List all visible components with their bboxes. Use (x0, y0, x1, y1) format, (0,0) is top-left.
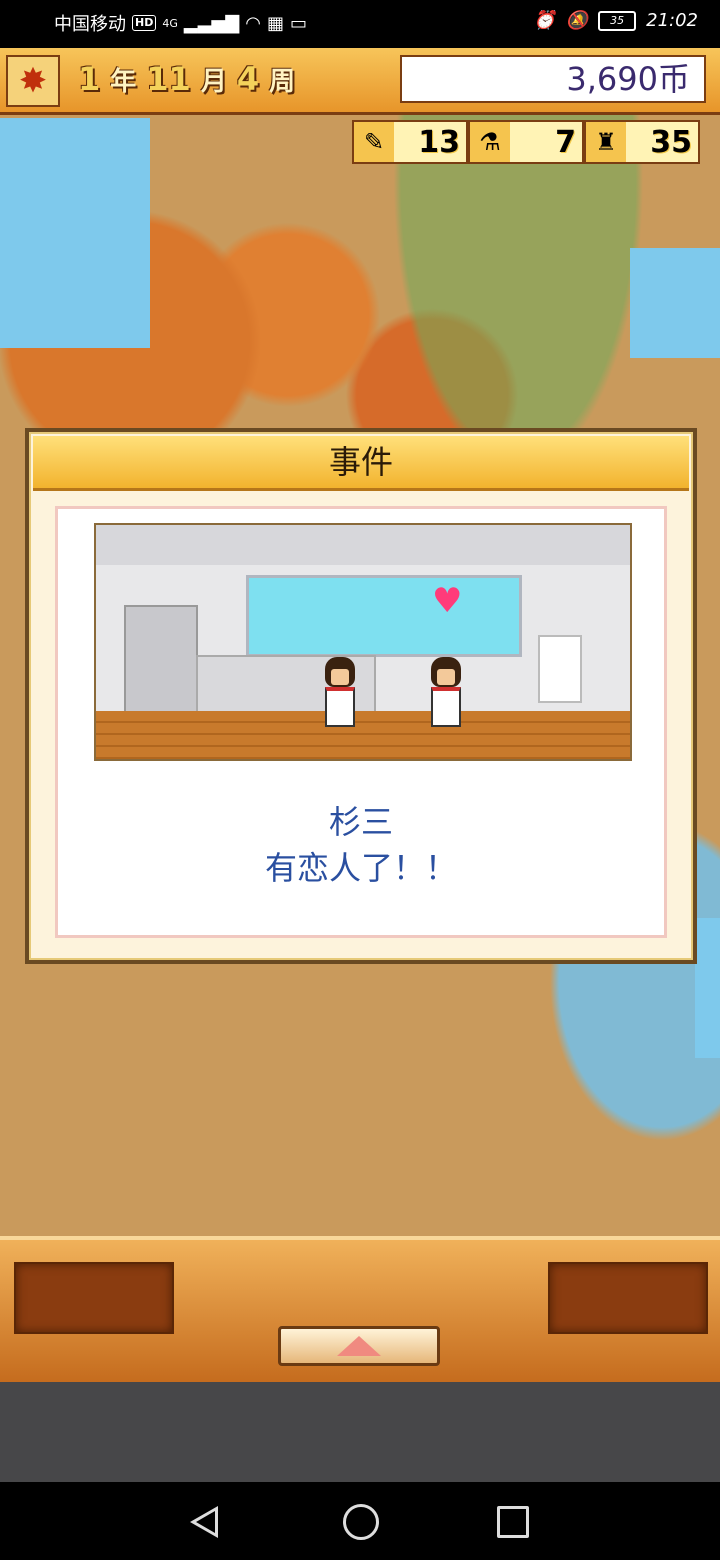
locker (124, 605, 198, 715)
year-value: 1 (78, 60, 101, 98)
signal-icon: ▂▃▅▇ (183, 12, 240, 34)
expand-menu-button[interactable] (278, 1326, 440, 1366)
month-value: 11 (146, 60, 191, 98)
flask-icon: ⚗ (470, 122, 510, 162)
arrow-up-icon (337, 1336, 381, 1356)
status-right: ⏰ 🔕 35 21:02 (533, 10, 698, 31)
dialog-title: 事件 (33, 436, 689, 491)
pencil-icon: ✎ (354, 122, 394, 162)
stat-trophy: ♜ 35 (584, 120, 700, 164)
trophy-icon: ♜ (586, 122, 626, 162)
top-hud: ✸ 1 年 11 月 4 周 3,690币 (0, 48, 720, 115)
stat-pencil: ✎ 13 (352, 120, 468, 164)
gray-band (0, 1382, 720, 1482)
stats-bar: ✎ 13 ⚗ 7 ♜ 35 (352, 120, 700, 164)
maple-leaf-icon: ✸ (6, 55, 60, 107)
hd-icon: HD (132, 15, 157, 31)
ceiling (96, 525, 630, 565)
dialog-body: ♥ 杉三 有恋人了！！ (55, 506, 667, 938)
event-message: 杉三 有恋人了！！ (58, 799, 664, 891)
bottom-bar (0, 1236, 720, 1382)
network-label: 4G (162, 16, 178, 30)
river-area (695, 918, 720, 1058)
sky-area (0, 118, 150, 348)
clock: 21:02 (646, 10, 698, 31)
month-unit: 月 (200, 67, 227, 97)
recent-apps-icon[interactable] (497, 1506, 529, 1538)
stat-value: 7 (555, 124, 576, 160)
heart-icon: ♥ (432, 581, 463, 621)
status-bar: 中国移动 HD 4G ▂▃▅▇ ◠ ▦ ▭ ⏰ 🔕 35 21:02 (0, 0, 720, 48)
home-icon[interactable] (343, 1504, 379, 1540)
week-unit: 周 (269, 67, 296, 97)
game-map[interactable]: ✸ 1 年 11 月 4 周 3,690币 ✎ 13 ⚗ 7 ♜ 35 事件 ♥… (0, 48, 720, 1382)
event-scene-image: ♥ (94, 523, 632, 761)
pool-area (630, 248, 720, 358)
battery-icon: 35 (598, 10, 637, 31)
app-icon: ▦ (266, 12, 284, 34)
wifi-icon: ◠ (245, 12, 261, 34)
stat-flask: ⚗ 7 (468, 120, 584, 164)
window (246, 575, 522, 657)
back-icon[interactable] (190, 1506, 218, 1538)
alarm-icon: ⏰ (533, 10, 556, 31)
year-unit: 年 (110, 67, 137, 97)
mute-icon: 🔕 (565, 10, 589, 31)
status-left: 中国移动 HD 4G ▂▃▅▇ ◠ ▦ ▭ (54, 10, 307, 36)
event-message-text: 有恋人了！！ (264, 849, 457, 887)
wooden-floor (96, 711, 630, 759)
event-dialog[interactable]: 事件 ♥ 杉三 有恋人了！！ (25, 428, 697, 964)
stat-value: 35 (650, 124, 692, 160)
week-value: 4 (236, 60, 260, 98)
left-menu-button[interactable] (14, 1262, 174, 1334)
system-nav-bar (0, 1482, 720, 1560)
money-display: 3,690币 (400, 55, 706, 103)
student-boy (426, 657, 466, 729)
calendar-icon: ▭ (289, 12, 307, 34)
event-message-name: 杉三 (328, 803, 393, 841)
right-menu-button[interactable] (548, 1262, 708, 1334)
date-display: 1 年 11 月 4 周 (78, 60, 295, 98)
first-aid-cabinet (538, 635, 582, 703)
stat-value: 13 (418, 124, 460, 160)
student-girl (320, 657, 360, 729)
carrier-label: 中国移动 (54, 14, 126, 35)
